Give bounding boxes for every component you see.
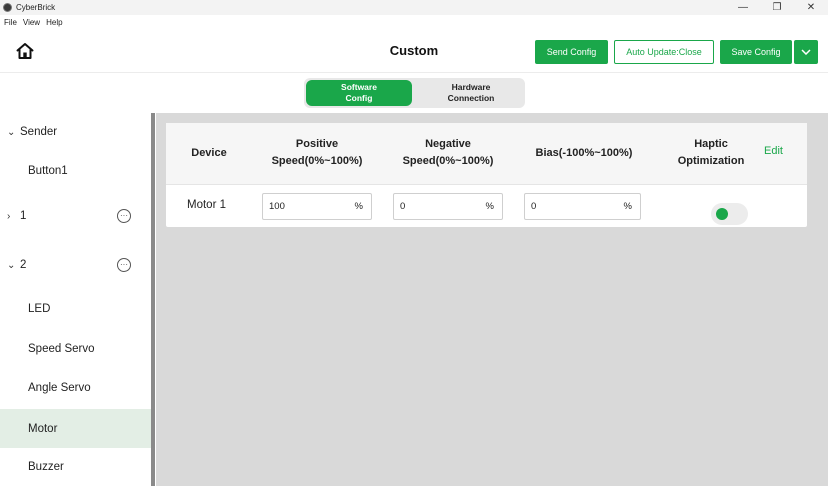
positive-speed-value: 100	[269, 201, 285, 212]
send-config-button[interactable]: Send Config	[535, 40, 608, 64]
column-header-negative: Negative Speed(0%~100%)	[393, 136, 503, 170]
column-header-negative-line2: Speed(0%~100%)	[402, 155, 494, 167]
auto-update-button[interactable]: Auto Update:Close	[614, 40, 714, 64]
window-controls: — ❐ ✕	[726, 0, 828, 15]
config-tabs: Software Config Hardware Connection	[304, 78, 525, 108]
tab-hardware-connection[interactable]: Hardware Connection	[418, 80, 524, 106]
sidebar-item-label: Sender	[20, 126, 58, 138]
window-titlebar: CyberBrick — ❐ ✕	[0, 0, 828, 15]
column-header-haptic: Haptic Optimization	[666, 136, 756, 170]
sidebar-item-label: Buzzer	[28, 461, 64, 473]
sidebar-scrollbar[interactable]	[151, 113, 155, 486]
page-header: Custom Send Config Auto Update:Close Sav…	[0, 29, 828, 73]
chevron-down-icon: ⌄	[7, 259, 16, 271]
column-header-bias: Bias(-100%~100%)	[535, 147, 633, 159]
sidebar: ⌄ Sender Button1 › 1 ··· ⌄ 2 ··· LED Spe…	[0, 113, 156, 486]
menu-help[interactable]: Help	[46, 18, 62, 27]
app-logo-icon	[3, 3, 12, 12]
sidebar-item-buzzer[interactable]: Buzzer	[0, 448, 151, 486]
close-icon[interactable]: ✕	[794, 0, 828, 15]
column-header-positive: Positive Speed(0%~100%)	[262, 136, 372, 170]
column-header-haptic-line2: Optimization	[677, 155, 745, 167]
negative-speed-value: 0	[400, 201, 406, 212]
sidebar-item-angle-servo[interactable]: Angle Servo	[0, 369, 151, 407]
sidebar-group-sender[interactable]: ⌄ Sender	[0, 113, 151, 151]
motor-config-table: Device Positive Speed(0%~100%) Negative …	[166, 123, 807, 227]
minimize-icon[interactable]: —	[726, 0, 760, 15]
edit-link[interactable]: Edit	[764, 145, 783, 157]
more-options-icon[interactable]: ···	[117, 209, 131, 223]
positive-speed-input[interactable]: 100 %	[262, 193, 372, 220]
negative-speed-input[interactable]: 0 %	[393, 193, 503, 220]
tab-software-label-2: Config	[345, 93, 373, 103]
percent-unit: %	[623, 201, 632, 212]
sidebar-item-button1[interactable]: Button1	[0, 152, 151, 190]
column-header-positive-line1: Positive	[295, 138, 339, 150]
sidebar-item-speed-servo[interactable]: Speed Servo	[0, 330, 151, 368]
table-header: Device Positive Speed(0%~100%) Negative …	[166, 123, 807, 185]
haptic-optimization-toggle[interactable]	[711, 203, 748, 225]
tab-hardware-label-2: Connection	[447, 93, 495, 103]
main-panel: Device Positive Speed(0%~100%) Negative …	[156, 113, 828, 486]
tab-hardware-label-1: Hardware	[451, 82, 491, 92]
menu-file[interactable]: File	[4, 18, 17, 27]
column-header-positive-line2: Speed(0%~100%)	[271, 155, 363, 167]
sidebar-group-2[interactable]: ⌄ 2 ···	[0, 246, 151, 284]
save-options-dropdown[interactable]	[794, 40, 818, 64]
column-header-haptic-line1: Haptic	[694, 138, 728, 150]
sidebar-item-label: Speed Servo	[28, 343, 95, 355]
menu-view[interactable]: View	[23, 18, 40, 27]
sidebar-item-label: Button1	[28, 165, 68, 177]
tab-software-label-1: Software	[341, 82, 377, 92]
percent-unit: %	[354, 201, 363, 212]
sidebar-item-motor[interactable]: Motor	[0, 409, 151, 448]
column-header-negative-line1: Negative	[425, 138, 471, 150]
percent-unit: %	[485, 201, 494, 212]
sidebar-item-label: 2	[20, 259, 27, 271]
device-name: Motor 1	[187, 199, 226, 211]
chevron-right-icon: ›	[7, 210, 11, 222]
maximize-icon[interactable]: ❐	[760, 0, 794, 15]
more-options-icon[interactable]: ···	[117, 258, 131, 272]
menu-bar: File View Help	[0, 15, 828, 29]
toggle-knob	[716, 208, 728, 220]
sidebar-item-label: 1	[20, 210, 27, 222]
sidebar-item-led[interactable]: LED	[0, 290, 151, 328]
sidebar-group-1[interactable]: › 1 ···	[0, 197, 151, 235]
save-config-button[interactable]: Save Config	[720, 40, 792, 64]
sidebar-item-label: Motor	[28, 422, 58, 435]
tab-software-config[interactable]: Software Config	[306, 80, 412, 106]
chevron-down-icon: ⌄	[7, 126, 16, 138]
sidebar-item-label: LED	[28, 303, 51, 315]
window-title: CyberBrick	[16, 3, 56, 12]
chevron-down-icon	[801, 49, 811, 55]
sidebar-item-label: Angle Servo	[28, 382, 91, 394]
bias-value: 0	[531, 201, 537, 212]
bias-input[interactable]: 0 %	[524, 193, 641, 220]
column-header-device: Device	[191, 147, 227, 159]
